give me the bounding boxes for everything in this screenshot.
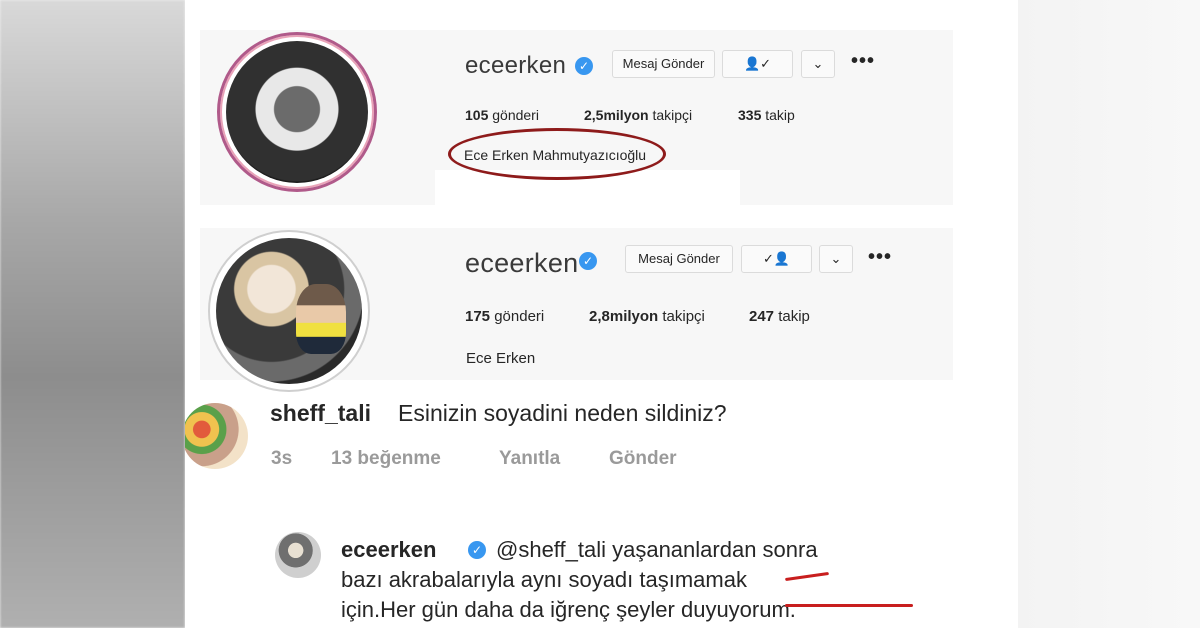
send-link[interactable]: Gönder	[609, 448, 677, 470]
reply-username[interactable]: eceerken	[341, 537, 436, 563]
blurred-background-left	[0, 0, 185, 628]
avatar-photo	[226, 41, 368, 183]
reply-line-3: için.Her gün daha da iğrenç şeyler duyuy…	[341, 597, 796, 622]
chevron-down-icon: ⌄	[812, 56, 824, 71]
screenshot-collage: eceerken ✓ Mesaj Gönder 👤✓ ⌄ ••• 105 gön…	[185, 0, 1018, 628]
following-stat[interactable]: 335 takip	[738, 107, 795, 123]
reply-link[interactable]: Yanıtla	[499, 448, 560, 470]
message-button[interactable]: Mesaj Gönder	[625, 245, 733, 273]
following-stat[interactable]: 247 takip	[749, 308, 810, 325]
commenter-avatar[interactable]	[185, 403, 248, 469]
reply-line-1: @sheff_tali yaşananlardan sonra	[496, 537, 818, 562]
verified-badge-icon: ✓	[579, 252, 597, 270]
profile-username: eceerken	[465, 52, 567, 79]
comment-time: 3s	[271, 448, 293, 469]
message-button[interactable]: Mesaj Gönder	[612, 50, 715, 78]
reply-line-2: bazı akrabalarıyla aynı soyadı taşımamak	[341, 567, 747, 592]
following-label: takip	[778, 308, 810, 325]
posts-label: gönderi	[494, 308, 545, 325]
red-underline-mark	[785, 571, 829, 582]
following-count: 335	[738, 107, 762, 123]
profile-full-name: Ece Erken	[466, 350, 536, 367]
followers-stat[interactable]: 2,8milyon takipçi	[589, 308, 705, 325]
profile-avatar-old[interactable]	[217, 32, 377, 192]
profile-username: eceerken	[465, 248, 579, 278]
following-count: 247	[749, 308, 775, 325]
followers-count: 2,8milyon	[589, 308, 659, 325]
followers-label: takipçi	[662, 308, 705, 325]
dropdown-button[interactable]: ⌄	[801, 50, 835, 78]
more-dots-icon[interactable]: •••	[868, 246, 892, 269]
verified-badge-icon: ✓	[468, 541, 486, 559]
posts-stat: 175 gönderi	[465, 308, 544, 325]
child-figure	[296, 284, 346, 354]
dropdown-button[interactable]: ⌄	[819, 245, 853, 273]
following-button[interactable]: ✓👤	[741, 245, 812, 273]
chevron-down-icon: ⌄	[830, 251, 842, 266]
profile-avatar-new[interactable]	[208, 230, 370, 392]
comment-username[interactable]: sheff_tali	[270, 400, 371, 427]
following-button[interactable]: 👤✓	[722, 50, 793, 78]
replier-avatar[interactable]	[275, 532, 321, 578]
followers-count: 2,5milyon	[584, 107, 649, 123]
following-label: takip	[765, 107, 795, 123]
user-check-icon: ✓👤	[762, 251, 791, 266]
more-dots-icon[interactable]: •••	[851, 50, 875, 73]
posts-label: gönderi	[492, 107, 539, 123]
verified-badge-icon: ✓	[575, 57, 593, 75]
blurred-background-right	[1018, 0, 1200, 628]
red-underline-mark	[785, 604, 913, 607]
posts-count: 175	[465, 308, 491, 325]
highlight-circle	[448, 128, 666, 180]
posts-count: 105	[465, 107, 489, 123]
posts-stat: 105 gönderi	[465, 107, 539, 123]
comment-likes[interactable]: 13 beğenme	[331, 448, 441, 470]
user-check-icon: 👤✓	[743, 56, 772, 71]
comment-text: Esinizin soyadini neden sildiniz?	[398, 400, 727, 426]
followers-stat[interactable]: 2,5milyon takipçi	[584, 107, 692, 123]
followers-label: takipçi	[652, 107, 693, 123]
